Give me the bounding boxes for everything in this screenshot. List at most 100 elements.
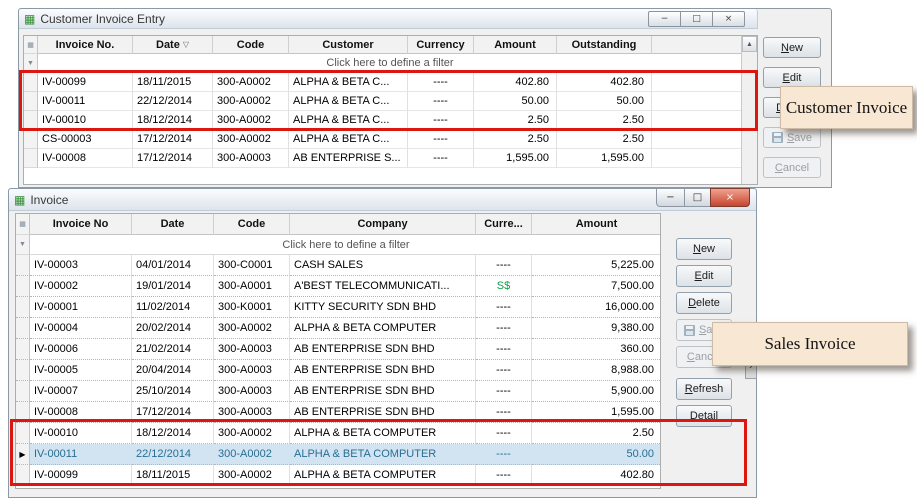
cell: AB ENTERPRISE SDN BHD bbox=[290, 360, 476, 381]
column-header-amount[interactable]: Amount bbox=[474, 36, 557, 54]
vertical-scrollbar[interactable]: ▲ bbox=[741, 36, 757, 184]
invoice-titlebar[interactable]: ▦ Invoice − □ × bbox=[9, 189, 756, 211]
close-button[interactable]: × bbox=[710, 188, 750, 207]
filter-hint[interactable]: Click here to define a filter bbox=[30, 235, 661, 255]
column-header-invoice-no[interactable]: Invoice No. bbox=[38, 36, 133, 54]
cell: ---- bbox=[476, 444, 532, 465]
minimize-button[interactable]: − bbox=[656, 188, 685, 207]
maximize-button[interactable]: □ bbox=[680, 11, 713, 27]
column-header-filler bbox=[652, 36, 742, 54]
row-indicator bbox=[16, 276, 30, 297]
column-header-code[interactable]: Code bbox=[214, 214, 290, 235]
column-header-curre[interactable]: Curre... bbox=[476, 214, 532, 235]
table-row[interactable]: IV-0001018/12/2014300-A0002ALPHA & BETA … bbox=[24, 111, 742, 130]
table-row[interactable]: IV-0009918/11/2015300-A0002ALPHA & BETA … bbox=[24, 73, 742, 92]
row-indicator bbox=[24, 149, 38, 168]
filter-hint[interactable]: Click here to define a filter bbox=[38, 54, 742, 73]
cell: IV-00002 bbox=[30, 276, 132, 297]
invoice-window: ▦ Invoice − □ × ▦Invoice NoDateCodeCompa… bbox=[8, 188, 757, 498]
cell: AB ENTERPRISE SDN BHD bbox=[290, 381, 476, 402]
cell: 300-A0003 bbox=[214, 381, 290, 402]
column-header-company[interactable]: Company bbox=[290, 214, 476, 235]
cell: 1,595.00 bbox=[474, 149, 557, 168]
row-indicator bbox=[16, 402, 30, 423]
cell: 18/12/2014 bbox=[133, 111, 213, 130]
cell: 2.50 bbox=[557, 111, 652, 130]
table-row[interactable]: IV-0000304/01/2014300-C0001CASH SALES---… bbox=[16, 255, 660, 276]
app-grid-icon: ▦ bbox=[24, 13, 35, 25]
maximize-button[interactable]: □ bbox=[684, 188, 711, 207]
cell: ---- bbox=[476, 423, 532, 444]
table-row[interactable]: IV-0009918/11/2015300-A0002ALPHA & BETA … bbox=[16, 465, 660, 486]
cell: 04/01/2014 bbox=[132, 255, 214, 276]
edit-button[interactable]: Edit bbox=[676, 265, 732, 287]
table-row[interactable]: IV-0000621/02/2014300-A0003AB ENTERPRISE… bbox=[16, 339, 660, 360]
table-row[interactable]: ▶IV-0001122/12/2014300-A0002ALPHA & BETA… bbox=[16, 444, 660, 465]
cell: 18/12/2014 bbox=[132, 423, 214, 444]
cell: IV-00010 bbox=[30, 423, 132, 444]
table-row[interactable]: IV-0000111/02/2014300-K0001KITTY SECURIT… bbox=[16, 297, 660, 318]
cell: ALPHA & BETA COMPUTER bbox=[290, 318, 476, 339]
grid-filter-row[interactable]: ▼Click here to define a filter bbox=[24, 54, 742, 73]
refresh-button[interactable]: Refresh bbox=[676, 378, 732, 400]
column-header-amount[interactable]: Amount bbox=[532, 214, 661, 235]
table-row[interactable]: CS-0000317/12/2014300-A0002ALPHA & BETA … bbox=[24, 130, 742, 149]
cell: 7,500.00 bbox=[532, 276, 661, 297]
cell: ---- bbox=[408, 92, 474, 111]
cell: ---- bbox=[476, 297, 532, 318]
table-row[interactable]: IV-0000817/12/2014300-A0003AB ENTERPRISE… bbox=[16, 402, 660, 423]
minimize-button[interactable]: − bbox=[648, 11, 681, 27]
table-row[interactable]: IV-0000725/10/2014300-A0003AB ENTERPRISE… bbox=[16, 381, 660, 402]
cell: IV-00005 bbox=[30, 360, 132, 381]
record-selector-header: ▦ bbox=[24, 36, 38, 54]
cancel-button: Cancel bbox=[763, 157, 821, 178]
column-header-outstanding[interactable]: Outstanding bbox=[557, 36, 652, 54]
customer-invoice-entry-titlebar[interactable]: ▦ Customer Invoice Entry − □ × bbox=[19, 9, 758, 29]
cell: 50.00 bbox=[557, 92, 652, 111]
new-button[interactable]: New bbox=[763, 37, 821, 58]
cell: 21/02/2014 bbox=[132, 339, 214, 360]
grid-filter-row[interactable]: ▼ Click here to define a filter bbox=[16, 235, 660, 255]
cell: IV-00004 bbox=[30, 318, 132, 339]
table-row[interactable]: IV-0000219/01/2014300-A0001A'BEST TELECO… bbox=[16, 276, 660, 297]
row-indicator bbox=[24, 111, 38, 130]
edit-button[interactable]: Edit bbox=[763, 67, 821, 88]
cell: IV-00099 bbox=[30, 465, 132, 486]
caption-buttons: − □ × bbox=[649, 11, 745, 27]
filter-funnel-icon: ▼ bbox=[19, 241, 26, 248]
scroll-up-icon[interactable]: ▲ bbox=[742, 36, 757, 52]
row-indicator bbox=[16, 423, 30, 444]
table-row[interactable]: IV-0000420/02/2014300-A0002ALPHA & BETA … bbox=[16, 318, 660, 339]
column-header-currency[interactable]: Currency bbox=[408, 36, 474, 54]
cell: 300-A0002 bbox=[214, 444, 290, 465]
delete-button[interactable]: Delete bbox=[676, 292, 732, 314]
column-header-code[interactable]: Code bbox=[213, 36, 289, 54]
new-button[interactable]: New bbox=[676, 238, 732, 260]
customer-invoice-callout: Customer Invoice bbox=[780, 86, 913, 129]
close-button[interactable]: × bbox=[712, 11, 745, 27]
table-row[interactable]: IV-0000520/04/2014300-A0003AB ENTERPRISE… bbox=[16, 360, 660, 381]
cell: 300-A0003 bbox=[213, 149, 289, 168]
cell: IV-00008 bbox=[30, 402, 132, 423]
cell: 22/12/2014 bbox=[132, 444, 214, 465]
column-header-date[interactable]: Date▽ bbox=[133, 36, 213, 54]
cell: 300-A0003 bbox=[214, 402, 290, 423]
cell: ALPHA & BETA COMPUTER bbox=[290, 423, 476, 444]
record-selector-icon: ▦ bbox=[27, 41, 34, 49]
row-indicator: ▶ bbox=[16, 444, 30, 465]
cell-filler bbox=[652, 130, 742, 149]
detail-button[interactable]: Detail bbox=[676, 405, 732, 427]
table-row[interactable]: IV-0001122/12/2014300-A0002ALPHA & BETA … bbox=[24, 92, 742, 111]
column-header-customer[interactable]: Customer bbox=[289, 36, 408, 54]
cell: ---- bbox=[408, 130, 474, 149]
caption-buttons: − □ × bbox=[657, 188, 750, 207]
column-header-invoice-no[interactable]: Invoice No bbox=[30, 214, 132, 235]
cell: 18/11/2015 bbox=[133, 73, 213, 92]
table-row[interactable]: IV-0001018/12/2014300-A0002ALPHA & BETA … bbox=[16, 423, 660, 444]
cell: 19/01/2014 bbox=[132, 276, 214, 297]
column-header-date[interactable]: Date bbox=[132, 214, 214, 235]
cell: AB ENTERPRISE SDN BHD bbox=[290, 402, 476, 423]
table-row[interactable]: IV-0000817/12/2014300-A0003AB ENTERPRISE… bbox=[24, 149, 742, 168]
cell: 16,000.00 bbox=[532, 297, 661, 318]
cell: 22/12/2014 bbox=[133, 92, 213, 111]
